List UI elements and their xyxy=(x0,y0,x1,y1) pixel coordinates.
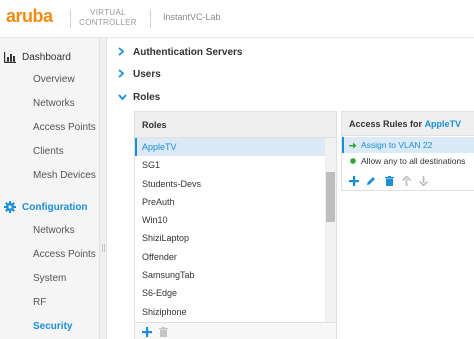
role-item[interactable]: SamsungTab xyxy=(135,266,325,284)
rule-row[interactable]: Allow any to all destinations xyxy=(342,153,474,169)
access-rules-role: AppleTV xyxy=(424,119,462,129)
role-item[interactable]: Offender xyxy=(135,248,325,266)
chevron-right-icon xyxy=(118,47,128,58)
role-item[interactable]: S6-Edge xyxy=(135,284,325,302)
chevron-right-icon xyxy=(118,69,128,80)
role-item[interactable]: Shiziphone xyxy=(135,303,325,321)
sidebar-splitter[interactable] xyxy=(99,38,107,339)
access-rules-header: Access Rules for AppleTV xyxy=(342,112,474,136)
sidebar-dashboard-label: Dashboard xyxy=(22,51,71,63)
role-item[interactable]: Students-Devs xyxy=(135,175,325,193)
edit-icon[interactable] xyxy=(365,175,377,187)
product-line1: VIRTUAL xyxy=(90,8,126,17)
section-roles[interactable]: Roles xyxy=(118,92,160,103)
rule-row[interactable]: Assign to VLAN 22 xyxy=(342,137,474,153)
sidebar-item-security[interactable]: Security xyxy=(33,321,72,332)
sidebar-item-config-access-points[interactable]: Access Points xyxy=(33,249,96,260)
access-rules-title: Access Rules for AppleTV xyxy=(349,119,461,129)
product-name: VIRTUAL CONTROLLER xyxy=(78,8,138,28)
move-up-icon[interactable] xyxy=(400,175,412,187)
sidebar-item-rf[interactable]: RF xyxy=(33,297,46,308)
splitter-grip[interactable] xyxy=(102,244,105,252)
roles-header-label: Roles xyxy=(142,120,167,130)
sidebar-item-networks[interactable]: Networks xyxy=(33,98,75,109)
role-item[interactable]: ShiziLaptop xyxy=(135,229,325,247)
top-bar: aruba VIRTUAL CONTROLLER InstantVC-Lab xyxy=(0,0,474,38)
sidebar-item-config-networks[interactable]: Networks xyxy=(33,225,75,236)
sidebar-item-access-points[interactable]: Access Points xyxy=(33,122,96,133)
product-line2: CONTROLLER xyxy=(79,18,137,27)
sidebar-item-mesh-devices[interactable]: Mesh Devices xyxy=(33,170,96,181)
header-divider xyxy=(70,10,71,28)
access-rules-toolbar xyxy=(342,172,474,190)
section-title: Roles xyxy=(133,92,161,103)
section-title: Authentication Servers xyxy=(133,47,243,58)
sidebar-item-clients[interactable]: Clients xyxy=(33,146,64,157)
roles-scrollbar[interactable] xyxy=(325,138,336,322)
sidebar: Dashboard Overview Networks Access Point… xyxy=(0,38,99,339)
section-authentication-servers[interactable]: Authentication Servers xyxy=(118,47,242,58)
access-rules-title-prefix: Access Rules for xyxy=(349,119,423,129)
sidebar-configuration[interactable]: Configuration xyxy=(4,201,88,213)
role-item-appletv[interactable]: AppleTV xyxy=(135,138,325,157)
green-dot-icon xyxy=(348,158,358,164)
roles-panel: Roles AppleTV SG1 Students-Devs PreAuth … xyxy=(134,111,337,339)
roles-list: AppleTV SG1 Students-Devs PreAuth Win10 … xyxy=(135,138,325,322)
section-title: Users xyxy=(133,69,161,80)
chevron-down-icon xyxy=(118,93,128,103)
controller-name: InstantVC-Lab xyxy=(163,12,221,22)
sidebar-dashboard[interactable]: Dashboard xyxy=(4,51,71,63)
move-down-icon[interactable] xyxy=(417,175,429,187)
roles-scrollbar-thumb[interactable] xyxy=(326,172,335,222)
sidebar-configuration-label: Configuration xyxy=(22,201,88,213)
header-divider xyxy=(150,10,151,28)
section-users[interactable]: Users xyxy=(118,69,161,80)
roles-header: Roles xyxy=(135,112,336,138)
roles-toolbar xyxy=(135,322,336,339)
role-item[interactable]: Win10 xyxy=(135,211,325,229)
delete-icon[interactable] xyxy=(157,326,169,338)
bar-chart-icon xyxy=(4,51,16,63)
rule-label: Assign to VLAN 22 xyxy=(361,140,433,150)
access-rules-panel: Access Rules for AppleTV Assign to VLAN … xyxy=(341,111,474,191)
delete-icon[interactable] xyxy=(383,175,395,187)
sidebar-item-overview[interactable]: Overview xyxy=(33,74,75,85)
aruba-logo[interactable]: aruba xyxy=(6,6,53,27)
gear-icon xyxy=(4,201,16,213)
role-item[interactable]: PreAuth xyxy=(135,193,325,211)
add-icon[interactable] xyxy=(141,326,153,338)
add-icon[interactable] xyxy=(348,175,360,187)
arrow-right-icon xyxy=(348,142,358,149)
sidebar-item-system[interactable]: System xyxy=(33,273,66,284)
rule-label: Allow any to all destinations xyxy=(361,156,466,166)
role-item[interactable]: SG1 xyxy=(135,156,325,174)
